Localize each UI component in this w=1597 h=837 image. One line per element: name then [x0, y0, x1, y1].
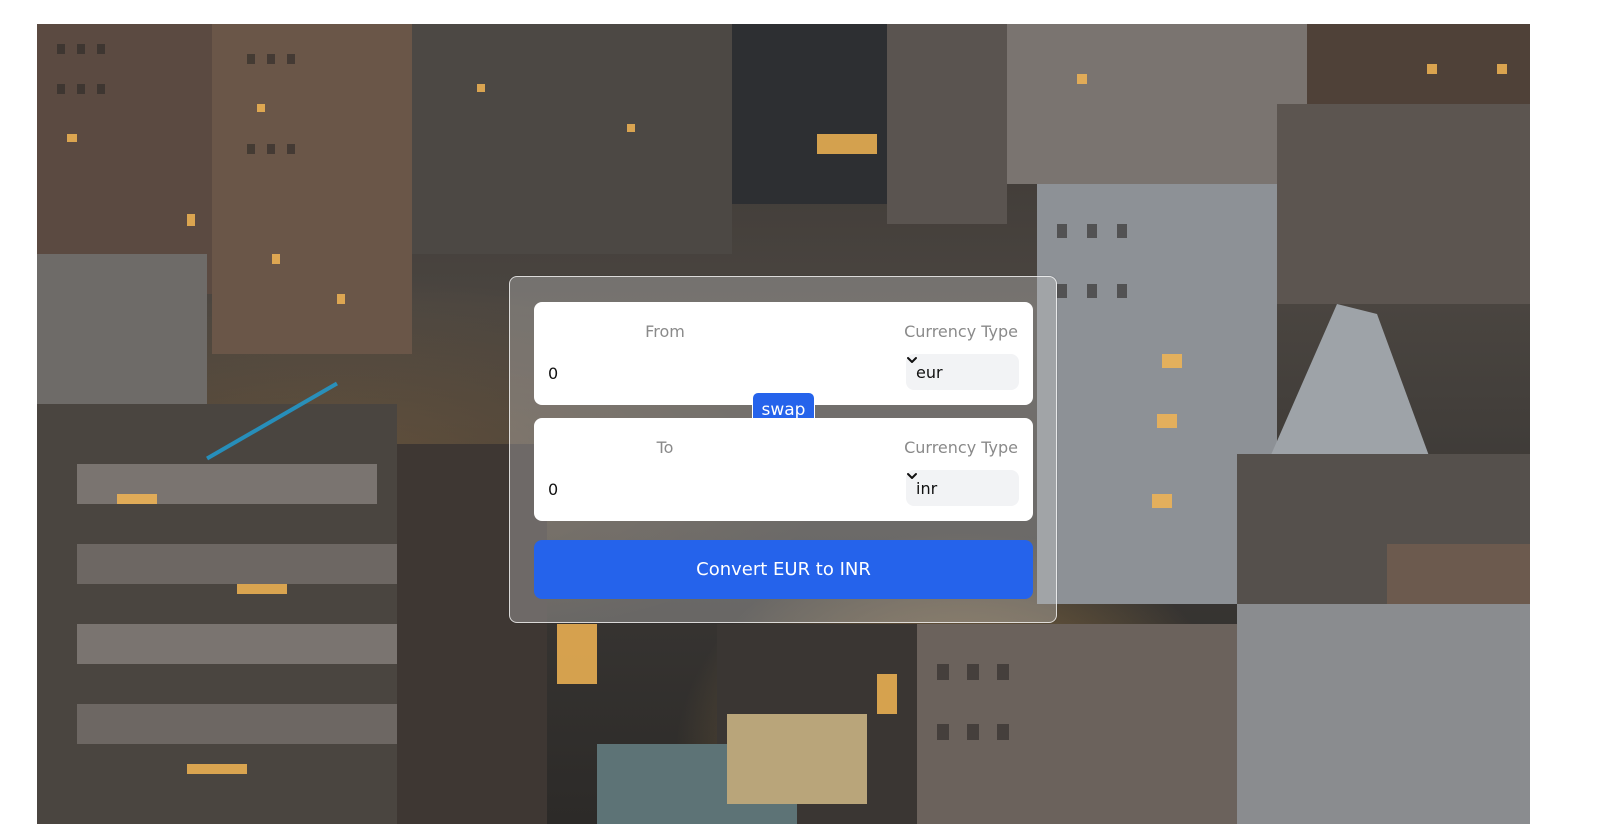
chevron-down-icon — [907, 473, 917, 479]
from-currency-value: eur — [916, 362, 943, 382]
from-currency-select[interactable]: eur — [906, 354, 1019, 390]
from-currency-type-label: Currency Type — [904, 322, 1018, 341]
page: From Currency Type eur swap To Currency … — [0, 0, 1597, 837]
to-currency-type-label: Currency Type — [904, 438, 1018, 457]
to-currency-select[interactable]: inr — [906, 470, 1019, 506]
currency-converter-panel: From Currency Type eur swap To Currency … — [509, 276, 1057, 623]
to-label: To — [656, 438, 674, 457]
city-background-image: From Currency Type eur swap To Currency … — [37, 24, 1530, 824]
to-currency-value: inr — [916, 478, 938, 498]
from-label: From — [645, 322, 685, 341]
from-card: From Currency Type eur — [534, 302, 1033, 405]
convert-button[interactable]: Convert EUR to INR — [534, 540, 1033, 599]
to-card: To Currency Type inr — [534, 418, 1033, 521]
to-amount-input[interactable] — [548, 476, 848, 502]
from-amount-input[interactable] — [548, 360, 848, 386]
chevron-down-icon — [907, 357, 917, 363]
